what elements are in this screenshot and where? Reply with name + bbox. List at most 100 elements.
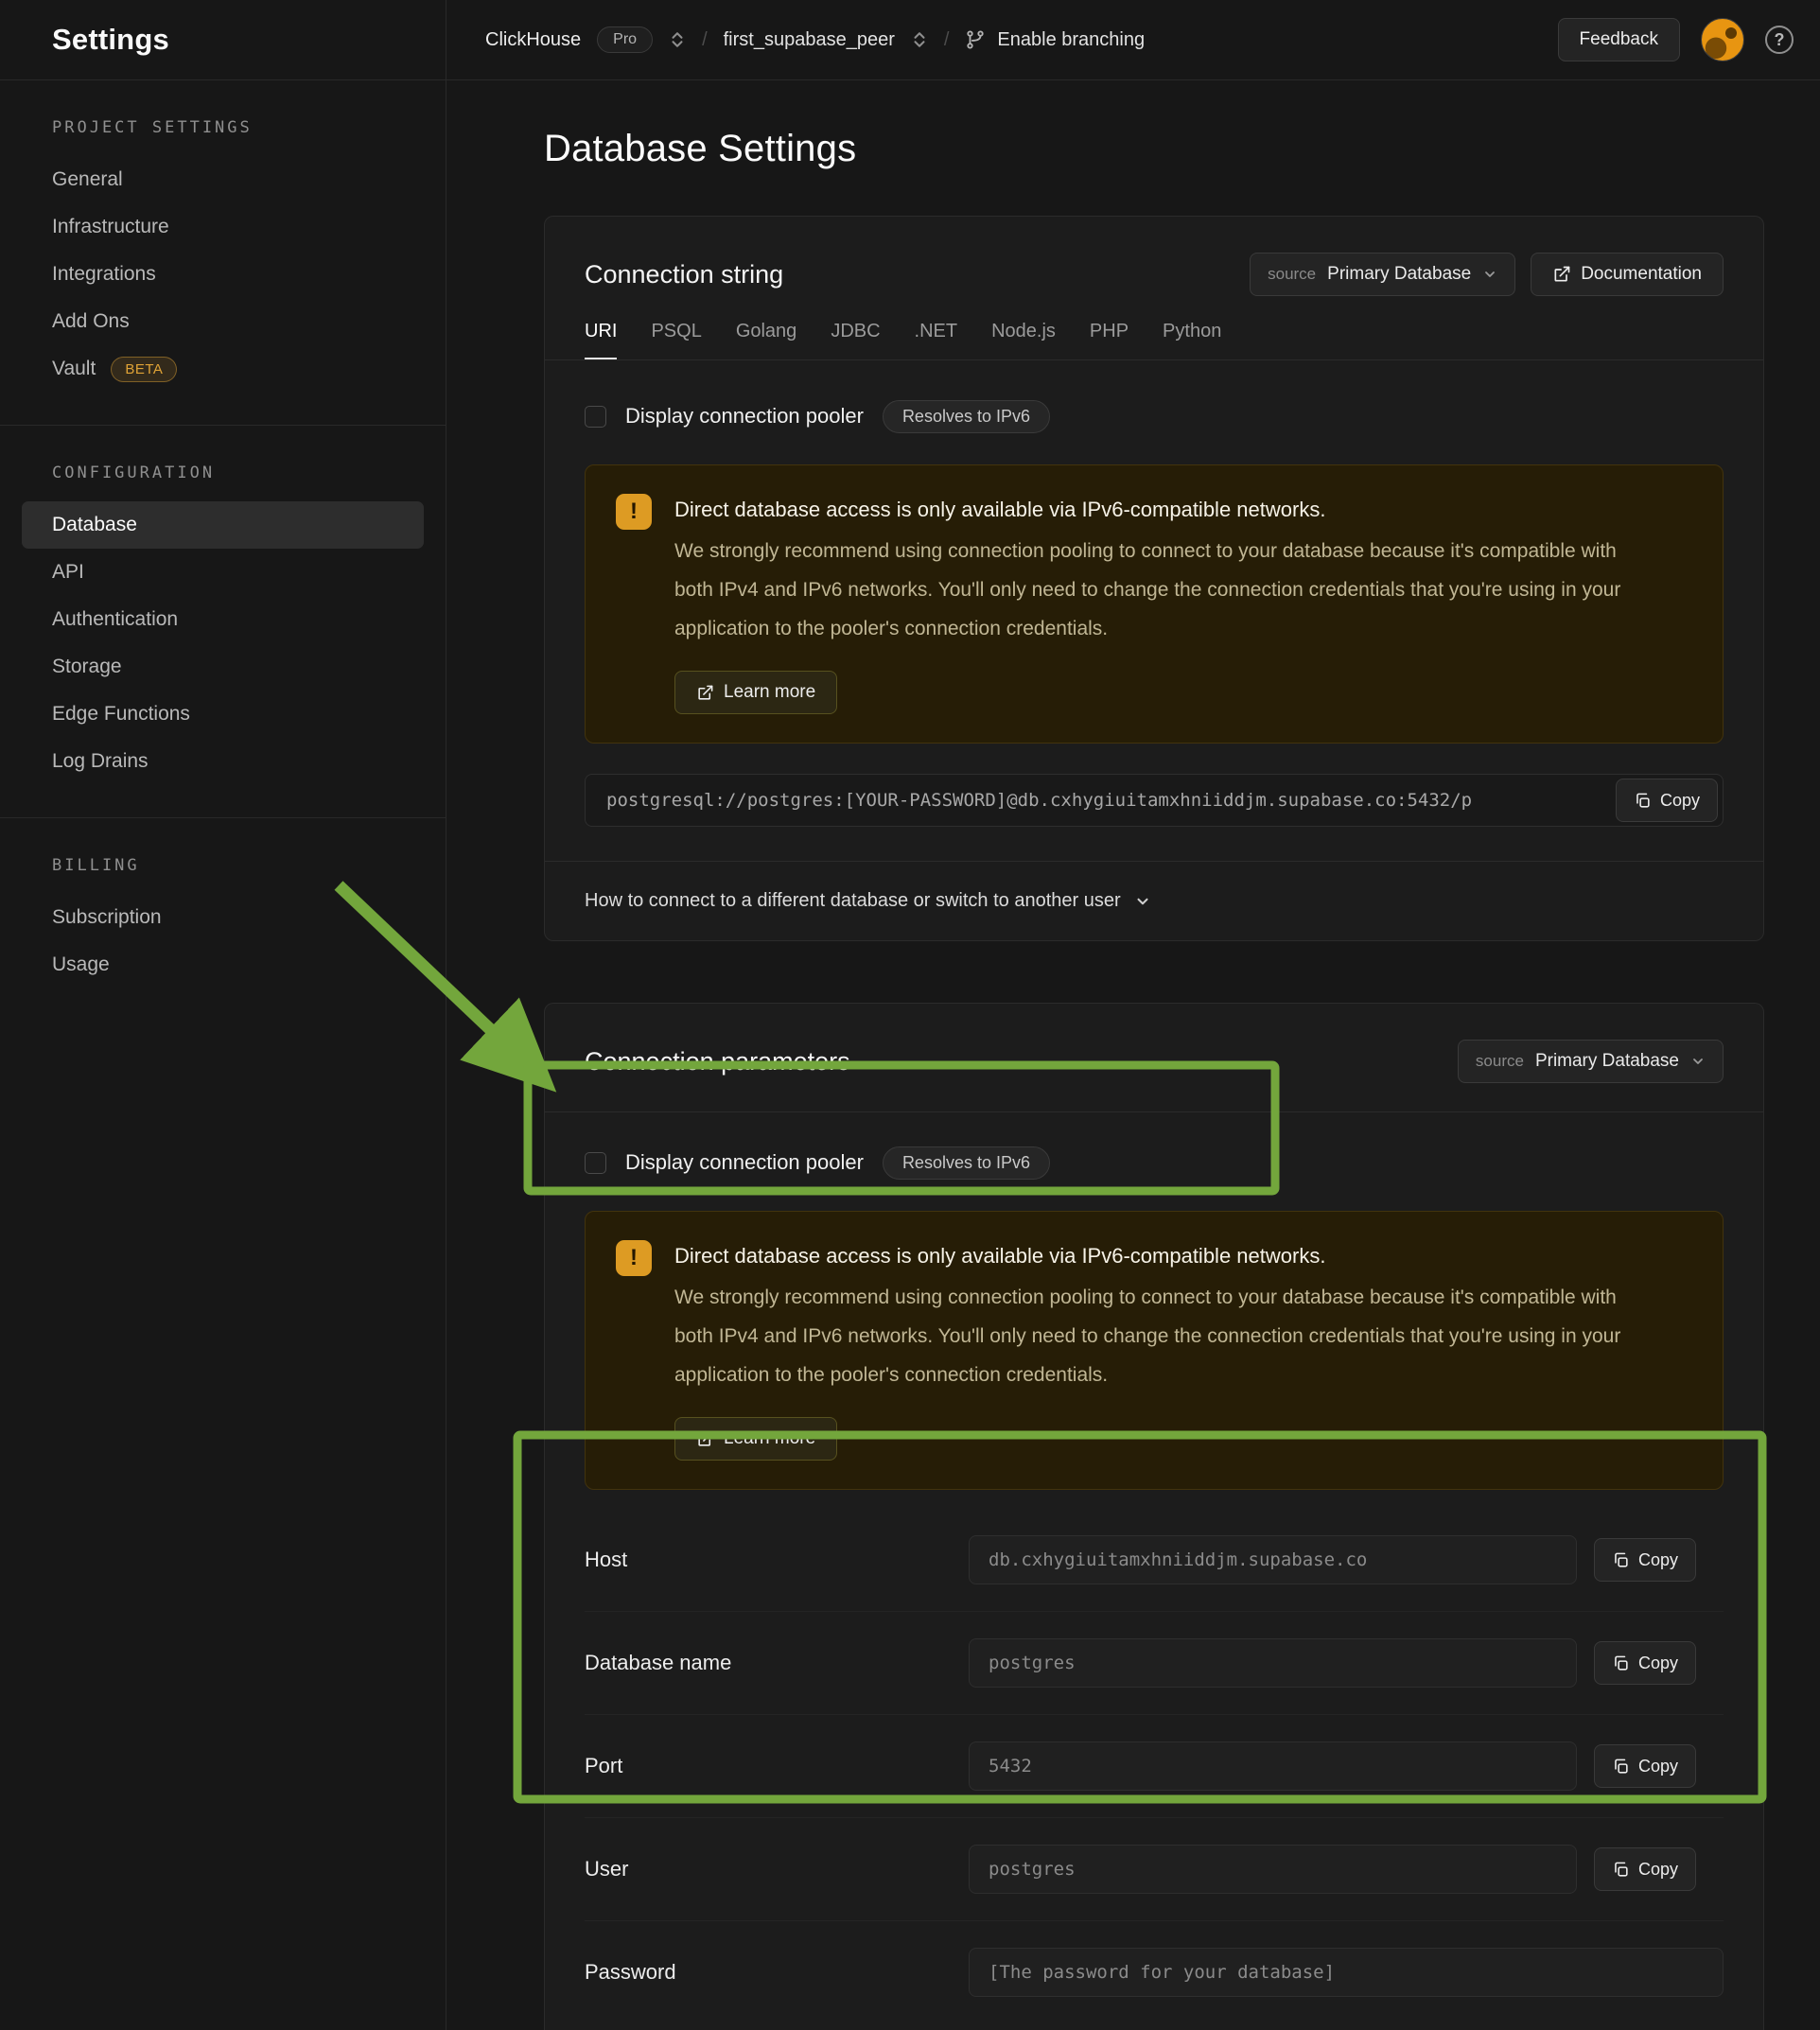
breadcrumb-separator: / (944, 29, 950, 51)
port-field[interactable]: 5432 (969, 1741, 1577, 1791)
feedback-button[interactable]: Feedback (1558, 18, 1680, 61)
tab-php[interactable]: PHP (1090, 321, 1129, 359)
connection-parameters-header: Connection parameters source Primary Dat… (545, 1004, 1763, 1112)
learn-more-button[interactable]: Learn more (674, 1417, 837, 1461)
page-content: Database Settings Connection string sour… (446, 80, 1820, 2030)
topbar-right-cluster: Feedback ? (1558, 18, 1794, 61)
param-row-host: Host db.cxhygiuitamxhniiddjm.supabase.co… (585, 1509, 1724, 1612)
sidebar-item-general[interactable]: General (22, 156, 424, 203)
source-select[interactable]: source Primary Database (1458, 1040, 1724, 1083)
pooler-toggle-row: Display connection pooler Resolves to IP… (585, 1143, 1724, 1182)
copy-icon (1612, 1551, 1630, 1569)
sidebar-header: Settings (0, 0, 446, 80)
section-heading-billing: BILLING (0, 856, 446, 894)
app-root: Settings PROJECT SETTINGS General Infras… (0, 0, 1820, 2030)
tab-jdbc[interactable]: JDBC (831, 321, 880, 359)
source-select[interactable]: source Primary Database (1250, 253, 1515, 296)
sidebar-item-usage[interactable]: Usage (22, 941, 424, 989)
connection-parameters-title: Connection parameters (585, 1047, 850, 1076)
plan-badge: Pro (597, 26, 653, 53)
org-selector-icon[interactable] (669, 31, 686, 48)
connection-string-card: Connection string source Primary Databas… (544, 216, 1764, 941)
alert-icon: ! (616, 494, 652, 530)
warning-body: We strongly recommend using connection p… (674, 532, 1654, 648)
sidebar-item-database[interactable]: Database (22, 501, 424, 549)
external-link-icon (1552, 265, 1571, 284)
user-field[interactable]: postgres (969, 1845, 1577, 1894)
param-row-database-name: Database name postgres Copy (585, 1612, 1724, 1715)
top-bar: ClickHouse Pro / first_supabase_peer / E… (446, 0, 1820, 80)
external-link-icon (696, 1430, 714, 1448)
copy-icon (1612, 1758, 1630, 1776)
param-row-password: Password [The password for your database… (585, 1921, 1724, 2023)
host-field[interactable]: db.cxhygiuitamxhniiddjm.supabase.co (969, 1535, 1577, 1584)
enable-branching-button[interactable]: Enable branching (965, 29, 1145, 51)
breadcrumb-org[interactable]: ClickHouse (485, 29, 581, 51)
resolves-ipv6-badge: Resolves to IPv6 (883, 400, 1050, 433)
help-icon[interactable]: ? (1765, 26, 1794, 54)
git-branch-icon (965, 29, 986, 50)
project-selector-icon[interactable] (911, 31, 928, 48)
page-title: Database Settings (544, 128, 1764, 170)
sidebar-item-subscription[interactable]: Subscription (22, 894, 424, 941)
tab-uri[interactable]: URI (585, 321, 617, 359)
section-heading-configuration: CONFIGURATION (0, 464, 446, 501)
pooler-label: Display connection pooler (625, 1150, 864, 1175)
tab-python[interactable]: Python (1163, 321, 1221, 359)
connection-parameters-body: Display connection pooler Resolves to IP… (545, 1112, 1763, 2030)
chevron-down-icon (1690, 1054, 1706, 1069)
alert-icon: ! (616, 1240, 652, 1276)
warning-title: Direct database access is only available… (674, 494, 1654, 522)
sidebar-item-infrastructure[interactable]: Infrastructure (22, 203, 424, 251)
sidebar-item-add-ons[interactable]: Add Ons (22, 298, 424, 345)
tab-golang[interactable]: Golang (736, 321, 797, 359)
copy-host-button[interactable]: Copy (1594, 1538, 1696, 1582)
display-connection-pooler-checkbox[interactable] (585, 1152, 606, 1174)
connection-help-expander[interactable]: How to connect to a different database o… (545, 861, 1763, 940)
chevron-down-icon (1482, 267, 1497, 282)
documentation-button[interactable]: Documentation (1531, 253, 1724, 296)
copy-icon (1634, 792, 1652, 810)
copy-database-name-button[interactable]: Copy (1594, 1641, 1696, 1685)
connection-string-tabs: URI PSQL Golang JDBC .NET Node.js PHP Py… (585, 321, 1724, 359)
connection-string-header: Connection string source Primary Databas… (545, 217, 1763, 360)
connection-uri-field[interactable]: postgresql://postgres:[YOUR-PASSWORD]@db… (585, 774, 1724, 827)
display-connection-pooler-checkbox[interactable] (585, 406, 606, 428)
sidebar-item-vault[interactable]: Vault BETA (22, 345, 424, 393)
ipv6-warning-panel: ! Direct database access is only availab… (585, 464, 1724, 744)
sidebar-item-log-drains[interactable]: Log Drains (22, 738, 424, 785)
section-heading-project-settings: PROJECT SETTINGS (0, 118, 446, 156)
ipv6-warning-panel: ! Direct database access is only availab… (585, 1211, 1724, 1490)
password-field[interactable]: [The password for your database] (969, 1948, 1724, 1997)
sidebar-item-api[interactable]: API (22, 549, 424, 596)
learn-more-button[interactable]: Learn more (674, 671, 837, 714)
tab-dotnet[interactable]: .NET (915, 321, 958, 359)
warning-title: Direct database access is only available… (674, 1240, 1654, 1269)
main-area: ClickHouse Pro / first_supabase_peer / E… (446, 0, 1820, 2030)
connection-uri-value: postgresql://postgres:[YOUR-PASSWORD]@db… (606, 790, 1472, 811)
breadcrumb-separator: / (702, 29, 708, 51)
beta-badge: BETA (111, 357, 177, 382)
pooler-label: Display connection pooler (625, 404, 864, 429)
sidebar-item-authentication[interactable]: Authentication (22, 596, 424, 643)
breadcrumb-project[interactable]: first_supabase_peer (724, 29, 895, 51)
copy-user-button[interactable]: Copy (1594, 1847, 1696, 1891)
settings-sidebar: Settings PROJECT SETTINGS General Infras… (0, 0, 446, 2030)
connection-string-title: Connection string (585, 260, 783, 289)
copy-icon (1612, 1861, 1630, 1879)
pooler-toggle-row: Display connection pooler Resolves to IP… (585, 396, 1724, 436)
sidebar-item-integrations[interactable]: Integrations (22, 251, 424, 298)
org-avatar[interactable] (1701, 18, 1744, 61)
tab-nodejs[interactable]: Node.js (991, 321, 1056, 359)
sidebar-item-edge-functions[interactable]: Edge Functions (22, 691, 424, 738)
copy-uri-button[interactable]: Copy (1616, 779, 1718, 822)
tab-psql[interactable]: PSQL (651, 321, 701, 359)
sidebar-item-storage[interactable]: Storage (22, 643, 424, 691)
warning-body: We strongly recommend using connection p… (674, 1278, 1654, 1394)
connection-string-body: Display connection pooler Resolves to IP… (545, 360, 1763, 861)
sidebar-title: Settings (52, 23, 169, 57)
database-name-field[interactable]: postgres (969, 1638, 1577, 1688)
sidebar-section-billing: BILLING Subscription Usage (0, 817, 446, 1021)
copy-port-button[interactable]: Copy (1594, 1744, 1696, 1788)
external-link-icon (696, 684, 714, 702)
